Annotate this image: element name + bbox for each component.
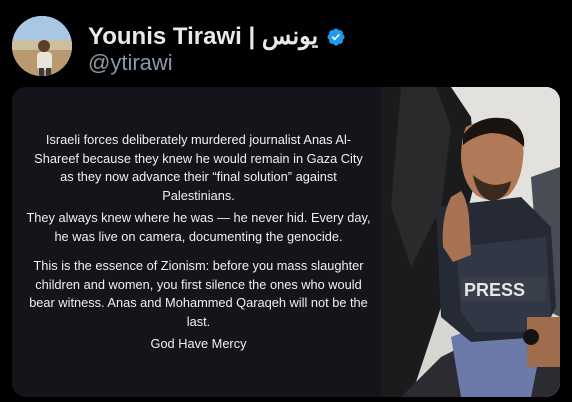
paragraph-1: Israeli forces deliberately murdered jou…	[34, 132, 363, 203]
post-media-card[interactable]: Israeli forces deliberately murdered jou…	[12, 87, 560, 397]
verified-badge-icon	[327, 27, 345, 46]
avatar-photo	[12, 16, 72, 76]
paragraph-3: This is the essence of Zionism: before y…	[29, 258, 368, 329]
paragraph-2: They always knew where he was — he never…	[26, 210, 371, 244]
display-name[interactable]: Younis Tirawi | يونس	[88, 22, 318, 51]
journalist-photo: PRESS	[381, 87, 560, 397]
avatar[interactable]	[12, 16, 72, 76]
handle[interactable]: @ytirawi	[88, 50, 173, 76]
vest-press-label: PRESS	[464, 280, 525, 300]
paragraph-4: God Have Mercy	[150, 336, 247, 351]
post-header: Younis Tirawi | يونس @ytirawi	[12, 14, 560, 78]
quote-text-panel: Israeli forces deliberately murdered jou…	[12, 87, 382, 397]
